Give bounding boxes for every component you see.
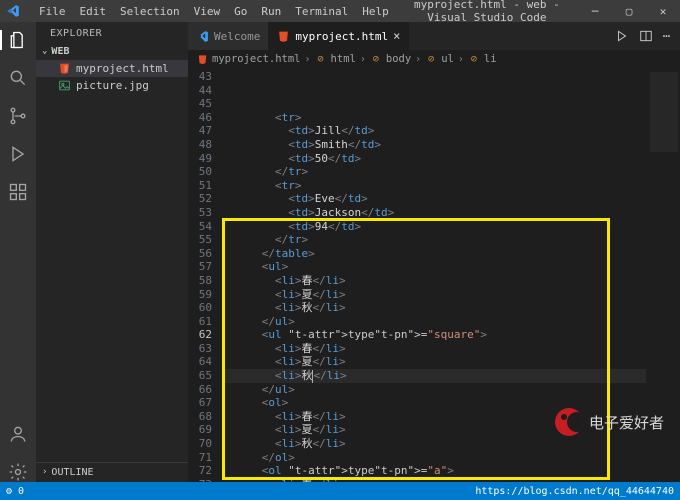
menu-file[interactable]: File <box>32 2 73 21</box>
activity-bar <box>0 22 36 482</box>
file-entry-myproject[interactable]: myproject.html <box>36 60 188 77</box>
tab-myproject[interactable]: myproject.html × <box>269 22 409 50</box>
menu-help[interactable]: Help <box>355 2 396 21</box>
tab-label: myproject.html <box>295 30 388 43</box>
crumb[interactable]: ul <box>441 53 454 65</box>
html-file-icon <box>277 30 290 43</box>
editor-tabs: Welcome myproject.html × ⋯ <box>188 22 680 50</box>
vscode-logo-icon <box>196 30 209 43</box>
menu-view[interactable]: View <box>187 2 228 21</box>
chevron-right-icon: › <box>42 467 47 477</box>
image-file-icon <box>58 79 71 92</box>
accounts-icon[interactable] <box>8 424 28 444</box>
file-name: myproject.html <box>76 62 169 75</box>
html-file-icon <box>58 62 71 75</box>
explorer-sidebar: EXPLORER ⌄ WEB myproject.html picture.jp… <box>36 22 188 482</box>
explorer-header: EXPLORER <box>36 22 188 43</box>
chevron-down-icon: ⌄ <box>42 46 47 56</box>
run-icon[interactable] <box>615 29 629 43</box>
code-content[interactable]: <tr> <td>Jill</td> <td>Smith</td> <td>50… <box>222 68 646 482</box>
menu-selection[interactable]: Selection <box>113 2 187 21</box>
settings-gear-icon[interactable] <box>8 462 28 482</box>
brackets-icon: ⊘ <box>468 53 480 65</box>
menu-go[interactable]: Go <box>227 2 254 21</box>
close-icon[interactable]: × <box>393 29 400 43</box>
remote-indicator-icon[interactable]: ⚙ 0 <box>6 486 24 497</box>
crumb[interactable]: html <box>331 53 356 65</box>
split-editor-icon[interactable] <box>639 29 653 43</box>
project-name: WEB <box>51 46 69 57</box>
code-editor[interactable]: 4344454647484950515253545556575859606162… <box>188 68 680 482</box>
file-name: picture.jpg <box>76 79 149 92</box>
menu-edit[interactable]: Edit <box>73 2 114 21</box>
window-maximize-button[interactable]: ▢ <box>612 0 646 22</box>
tab-welcome[interactable]: Welcome <box>188 22 269 50</box>
outline-section[interactable]: › OUTLINE <box>36 463 188 482</box>
brackets-icon: ⊘ <box>425 53 437 65</box>
window-close-button[interactable]: ✕ <box>646 0 680 22</box>
breadcrumbs[interactable]: myproject.html › ⊘ html › ⊘ body › ⊘ ul … <box>188 50 680 68</box>
source-control-icon[interactable] <box>8 106 28 126</box>
editor-area: Welcome myproject.html × ⋯ myproject.htm… <box>188 22 680 482</box>
menu-terminal[interactable]: Terminal <box>288 2 355 21</box>
crumb[interactable]: li <box>484 53 497 65</box>
html-file-icon <box>196 53 208 65</box>
menu-run[interactable]: Run <box>254 2 288 21</box>
crumb[interactable]: body <box>386 53 411 65</box>
window-minimize-button[interactable]: ─ <box>578 0 612 22</box>
explorer-folder-header[interactable]: ⌄ WEB <box>36 43 188 60</box>
brackets-icon: ⊘ <box>315 53 327 65</box>
extensions-icon[interactable] <box>8 182 28 202</box>
vscode-logo-icon <box>6 4 20 18</box>
title-bar: File Edit Selection View Go Run Terminal… <box>0 0 680 22</box>
line-number-gutter: 4344454647484950515253545556575859606162… <box>188 68 222 482</box>
minimap[interactable] <box>646 68 680 482</box>
outline-label: OUTLINE <box>51 467 93 478</box>
search-icon[interactable] <box>8 68 28 88</box>
run-debug-icon[interactable] <box>8 144 28 164</box>
file-entry-picture[interactable]: picture.jpg <box>36 77 188 94</box>
more-icon[interactable]: ⋯ <box>663 29 670 43</box>
window-title: myproject.html - web - Visual Studio Cod… <box>396 0 578 24</box>
brackets-icon: ⊘ <box>370 53 382 65</box>
status-url: https://blog.csdn.net/qq_44644740 <box>475 486 674 497</box>
tab-label: Welcome <box>214 30 260 43</box>
menubar: File Edit Selection View Go Run Terminal… <box>26 2 396 21</box>
status-bar: ⚙ 0 https://blog.csdn.net/qq_44644740 <box>0 482 680 500</box>
crumb[interactable]: myproject.html <box>212 53 301 65</box>
explorer-icon[interactable] <box>8 30 28 50</box>
